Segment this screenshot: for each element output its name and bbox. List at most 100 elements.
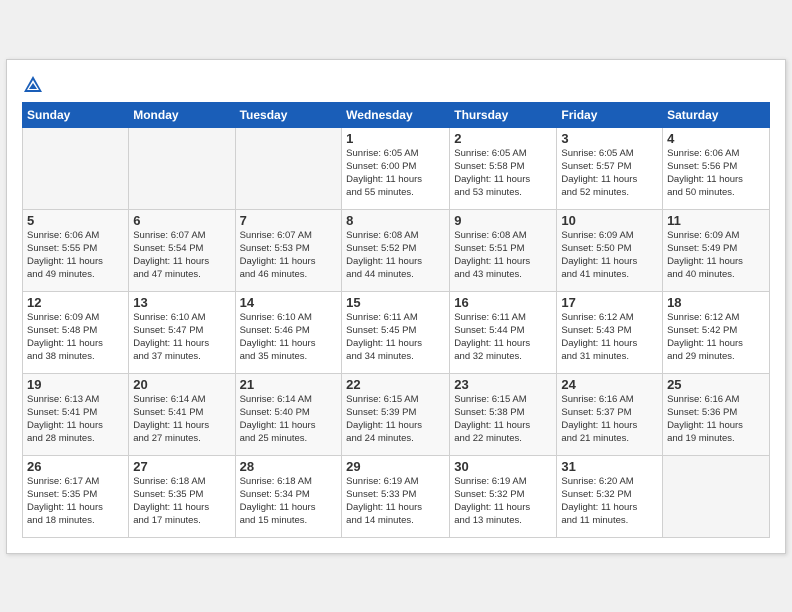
- day-cell: 13Sunrise: 6:10 AM Sunset: 5:47 PM Dayli…: [129, 291, 235, 373]
- day-cell: 23Sunrise: 6:15 AM Sunset: 5:38 PM Dayli…: [450, 373, 557, 455]
- day-number: 16: [454, 295, 552, 310]
- day-cell: 31Sunrise: 6:20 AM Sunset: 5:32 PM Dayli…: [557, 455, 663, 537]
- day-info: Sunrise: 6:19 AM Sunset: 5:32 PM Dayligh…: [454, 475, 552, 528]
- weekday-header-wednesday: Wednesday: [342, 102, 450, 127]
- day-info: Sunrise: 6:14 AM Sunset: 5:40 PM Dayligh…: [240, 393, 338, 446]
- day-cell: 18Sunrise: 6:12 AM Sunset: 5:42 PM Dayli…: [663, 291, 770, 373]
- day-info: Sunrise: 6:15 AM Sunset: 5:39 PM Dayligh…: [346, 393, 445, 446]
- day-cell: 20Sunrise: 6:14 AM Sunset: 5:41 PM Dayli…: [129, 373, 235, 455]
- day-info: Sunrise: 6:13 AM Sunset: 5:41 PM Dayligh…: [27, 393, 124, 446]
- day-number: 28: [240, 459, 338, 474]
- weekday-header-friday: Friday: [557, 102, 663, 127]
- day-info: Sunrise: 6:18 AM Sunset: 5:34 PM Dayligh…: [240, 475, 338, 528]
- day-cell: 22Sunrise: 6:15 AM Sunset: 5:39 PM Dayli…: [342, 373, 450, 455]
- day-number: 1: [346, 131, 445, 146]
- day-number: 29: [346, 459, 445, 474]
- day-info: Sunrise: 6:15 AM Sunset: 5:38 PM Dayligh…: [454, 393, 552, 446]
- day-cell: 7Sunrise: 6:07 AM Sunset: 5:53 PM Daylig…: [235, 209, 342, 291]
- day-cell: [235, 127, 342, 209]
- day-info: Sunrise: 6:14 AM Sunset: 5:41 PM Dayligh…: [133, 393, 230, 446]
- day-cell: 15Sunrise: 6:11 AM Sunset: 5:45 PM Dayli…: [342, 291, 450, 373]
- day-info: Sunrise: 6:06 AM Sunset: 5:55 PM Dayligh…: [27, 229, 124, 282]
- week-row-5: 26Sunrise: 6:17 AM Sunset: 5:35 PM Dayli…: [23, 455, 770, 537]
- day-info: Sunrise: 6:09 AM Sunset: 5:49 PM Dayligh…: [667, 229, 765, 282]
- day-cell: 2Sunrise: 6:05 AM Sunset: 5:58 PM Daylig…: [450, 127, 557, 209]
- day-info: Sunrise: 6:05 AM Sunset: 5:57 PM Dayligh…: [561, 147, 658, 200]
- day-info: Sunrise: 6:20 AM Sunset: 5:32 PM Dayligh…: [561, 475, 658, 528]
- day-number: 8: [346, 213, 445, 228]
- day-info: Sunrise: 6:08 AM Sunset: 5:51 PM Dayligh…: [454, 229, 552, 282]
- day-info: Sunrise: 6:07 AM Sunset: 5:54 PM Dayligh…: [133, 229, 230, 282]
- day-cell: 29Sunrise: 6:19 AM Sunset: 5:33 PM Dayli…: [342, 455, 450, 537]
- day-cell: 3Sunrise: 6:05 AM Sunset: 5:57 PM Daylig…: [557, 127, 663, 209]
- day-cell: [129, 127, 235, 209]
- week-row-1: 1Sunrise: 6:05 AM Sunset: 6:00 PM Daylig…: [23, 127, 770, 209]
- day-info: Sunrise: 6:16 AM Sunset: 5:36 PM Dayligh…: [667, 393, 765, 446]
- day-info: Sunrise: 6:18 AM Sunset: 5:35 PM Dayligh…: [133, 475, 230, 528]
- day-info: Sunrise: 6:17 AM Sunset: 5:35 PM Dayligh…: [27, 475, 124, 528]
- logo-icon: [22, 74, 44, 96]
- logo: [22, 74, 48, 96]
- day-number: 6: [133, 213, 230, 228]
- day-number: 13: [133, 295, 230, 310]
- day-info: Sunrise: 6:10 AM Sunset: 5:47 PM Dayligh…: [133, 311, 230, 364]
- day-number: 10: [561, 213, 658, 228]
- weekday-header-sunday: Sunday: [23, 102, 129, 127]
- day-info: Sunrise: 6:10 AM Sunset: 5:46 PM Dayligh…: [240, 311, 338, 364]
- day-number: 3: [561, 131, 658, 146]
- week-row-3: 12Sunrise: 6:09 AM Sunset: 5:48 PM Dayli…: [23, 291, 770, 373]
- day-info: Sunrise: 6:11 AM Sunset: 5:45 PM Dayligh…: [346, 311, 445, 364]
- day-info: Sunrise: 6:09 AM Sunset: 5:50 PM Dayligh…: [561, 229, 658, 282]
- day-number: 18: [667, 295, 765, 310]
- day-number: 23: [454, 377, 552, 392]
- day-cell: 28Sunrise: 6:18 AM Sunset: 5:34 PM Dayli…: [235, 455, 342, 537]
- day-number: 19: [27, 377, 124, 392]
- day-cell: 25Sunrise: 6:16 AM Sunset: 5:36 PM Dayli…: [663, 373, 770, 455]
- weekday-header-row: SundayMondayTuesdayWednesdayThursdayFrid…: [23, 102, 770, 127]
- day-cell: 17Sunrise: 6:12 AM Sunset: 5:43 PM Dayli…: [557, 291, 663, 373]
- day-cell: 9Sunrise: 6:08 AM Sunset: 5:51 PM Daylig…: [450, 209, 557, 291]
- calendar-container: SundayMondayTuesdayWednesdayThursdayFrid…: [6, 59, 786, 554]
- day-cell: 6Sunrise: 6:07 AM Sunset: 5:54 PM Daylig…: [129, 209, 235, 291]
- weekday-header-thursday: Thursday: [450, 102, 557, 127]
- day-cell: 4Sunrise: 6:06 AM Sunset: 5:56 PM Daylig…: [663, 127, 770, 209]
- day-cell: 24Sunrise: 6:16 AM Sunset: 5:37 PM Dayli…: [557, 373, 663, 455]
- header: [22, 70, 770, 96]
- day-number: 9: [454, 213, 552, 228]
- day-info: Sunrise: 6:12 AM Sunset: 5:43 PM Dayligh…: [561, 311, 658, 364]
- day-cell: 10Sunrise: 6:09 AM Sunset: 5:50 PM Dayli…: [557, 209, 663, 291]
- day-cell: [23, 127, 129, 209]
- day-info: Sunrise: 6:12 AM Sunset: 5:42 PM Dayligh…: [667, 311, 765, 364]
- day-number: 7: [240, 213, 338, 228]
- week-row-4: 19Sunrise: 6:13 AM Sunset: 5:41 PM Dayli…: [23, 373, 770, 455]
- day-cell: 11Sunrise: 6:09 AM Sunset: 5:49 PM Dayli…: [663, 209, 770, 291]
- weekday-header-monday: Monday: [129, 102, 235, 127]
- day-cell: 27Sunrise: 6:18 AM Sunset: 5:35 PM Dayli…: [129, 455, 235, 537]
- day-cell: [663, 455, 770, 537]
- day-number: 15: [346, 295, 445, 310]
- day-cell: 26Sunrise: 6:17 AM Sunset: 5:35 PM Dayli…: [23, 455, 129, 537]
- day-number: 25: [667, 377, 765, 392]
- day-cell: 19Sunrise: 6:13 AM Sunset: 5:41 PM Dayli…: [23, 373, 129, 455]
- day-number: 4: [667, 131, 765, 146]
- day-number: 20: [133, 377, 230, 392]
- day-info: Sunrise: 6:16 AM Sunset: 5:37 PM Dayligh…: [561, 393, 658, 446]
- day-number: 22: [346, 377, 445, 392]
- day-info: Sunrise: 6:05 AM Sunset: 5:58 PM Dayligh…: [454, 147, 552, 200]
- day-number: 24: [561, 377, 658, 392]
- weekday-header-saturday: Saturday: [663, 102, 770, 127]
- day-cell: 8Sunrise: 6:08 AM Sunset: 5:52 PM Daylig…: [342, 209, 450, 291]
- day-cell: 16Sunrise: 6:11 AM Sunset: 5:44 PM Dayli…: [450, 291, 557, 373]
- day-number: 12: [27, 295, 124, 310]
- day-info: Sunrise: 6:11 AM Sunset: 5:44 PM Dayligh…: [454, 311, 552, 364]
- day-number: 5: [27, 213, 124, 228]
- day-cell: 21Sunrise: 6:14 AM Sunset: 5:40 PM Dayli…: [235, 373, 342, 455]
- day-info: Sunrise: 6:07 AM Sunset: 5:53 PM Dayligh…: [240, 229, 338, 282]
- day-number: 30: [454, 459, 552, 474]
- day-number: 26: [27, 459, 124, 474]
- day-info: Sunrise: 6:09 AM Sunset: 5:48 PM Dayligh…: [27, 311, 124, 364]
- day-info: Sunrise: 6:08 AM Sunset: 5:52 PM Dayligh…: [346, 229, 445, 282]
- weekday-header-tuesday: Tuesday: [235, 102, 342, 127]
- week-row-2: 5Sunrise: 6:06 AM Sunset: 5:55 PM Daylig…: [23, 209, 770, 291]
- day-info: Sunrise: 6:19 AM Sunset: 5:33 PM Dayligh…: [346, 475, 445, 528]
